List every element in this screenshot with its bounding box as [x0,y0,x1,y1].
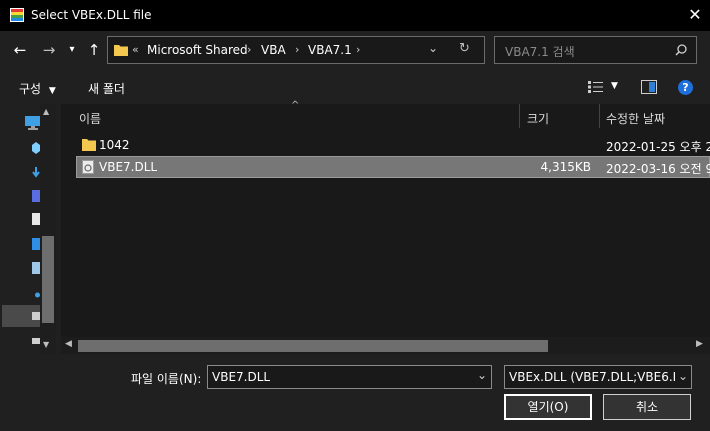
search-input[interactable]: VBA7.1 검색 [505,43,575,60]
search-box[interactable]: VBA7.1 검색 [494,36,697,64]
search-icon [675,44,687,56]
scroll-right-icon[interactable]: ▶ [696,339,703,349]
pictures-icon[interactable] [32,262,40,274]
column-header-size[interactable]: 크기 [527,110,549,127]
3d-objects-icon[interactable] [32,142,40,154]
file-row-folder[interactable]: 1042 2022-01-25 오후 2 [76,134,710,156]
preview-pane-icon[interactable] [641,80,657,94]
sort-ascending-icon: ^ [291,100,300,111]
breadcrumb-vba[interactable]: VBA [261,43,286,57]
column-header-name[interactable]: 이름 [79,110,101,127]
organize-menu[interactable]: 구성 ▼ [19,80,56,97]
open-button[interactable]: 열기(O) [504,394,592,420]
chevron-down-icon[interactable]: ⌄ [428,41,438,55]
organize-label: 구성 [19,82,42,96]
file-row-selected[interactable]: VBE7.DLL 4,315KB 2022-03-16 오전 9 [76,156,710,178]
chevron-down-icon: ▼ [48,86,56,96]
videos-icon[interactable] [32,190,40,202]
breadcrumb-sep[interactable]: › [356,43,360,56]
nav-scroll-thumb[interactable] [42,236,54,323]
address-bar[interactable]: « Microsoft Shared › VBA › VBA7.1 › ⌄ ↻ [107,36,485,64]
breadcrumb-vba71[interactable]: VBA7.1 [308,43,352,57]
scroll-down-icon[interactable]: ▼ [43,340,49,349]
breadcrumb-sep[interactable]: › [247,43,251,56]
file-modified: 2022-03-16 오전 9 [606,162,710,176]
folder-icon [114,45,128,56]
file-modified: 2022-01-25 오후 2 [606,140,710,154]
file-size: 4,315KB [540,160,591,174]
file-type-filter[interactable]: VBEx.DLL (VBE7.DLL;VBE6.DLL ⌄ [504,365,692,389]
breadcrumb-microsoft-shared[interactable]: Microsoft Shared [147,43,248,57]
chevron-down-icon[interactable]: ⌄ [675,366,691,388]
refresh-icon[interactable]: ↻ [459,41,470,56]
column-header-modified[interactable]: 수정한 날짜 [606,110,665,127]
file-name: VBE7.DLL [99,160,158,174]
downloads-icon[interactable] [32,167,40,179]
drive-icon[interactable] [32,337,40,345]
horizontal-scroll-thumb[interactable] [78,340,548,352]
app-icon [10,8,24,22]
new-folder-button[interactable]: 새 폴더 [88,80,125,97]
column-divider[interactable] [599,104,600,128]
scroll-left-icon[interactable]: ◀ [65,339,72,349]
filter-value: VBEx.DLL (VBE7.DLL;VBE6.DLL [509,370,692,384]
local-disk-icon[interactable] [32,310,40,322]
window-title: Select VBEx.DLL file [31,8,152,22]
breadcrumb-sep[interactable]: › [295,43,299,56]
forward-icon[interactable]: → [39,40,59,60]
column-divider[interactable] [519,104,520,128]
documents-icon[interactable] [32,213,40,225]
filename-label: 파일 이름(N): [131,372,202,386]
help-icon[interactable]: ? [678,80,693,95]
filename-input[interactable]: VBE7.DLL [212,370,270,384]
view-options-icon[interactable] [588,81,604,93]
folder-icon [82,139,96,151]
filename-combobox[interactable]: VBE7.DLL ⌄ [207,365,492,389]
scroll-up-icon[interactable]: ▲ [43,107,49,116]
chevron-down-icon[interactable]: ⌄ [477,368,487,382]
up-folder-icon[interactable]: ↑ [84,40,104,60]
overflow-chevron[interactable]: « [132,43,139,56]
this-pc-icon[interactable] [25,116,41,130]
view-dropdown-icon[interactable]: ▼ [611,81,618,91]
recent-dropdown-icon[interactable]: ▾ [64,40,80,60]
cancel-button[interactable]: 취소 [603,394,691,420]
file-name: 1042 [99,138,130,152]
desktop-icon[interactable] [32,238,40,250]
dll-file-icon [82,160,94,174]
close-icon[interactable]: ✕ [684,4,706,26]
back-icon[interactable]: ← [10,40,30,60]
